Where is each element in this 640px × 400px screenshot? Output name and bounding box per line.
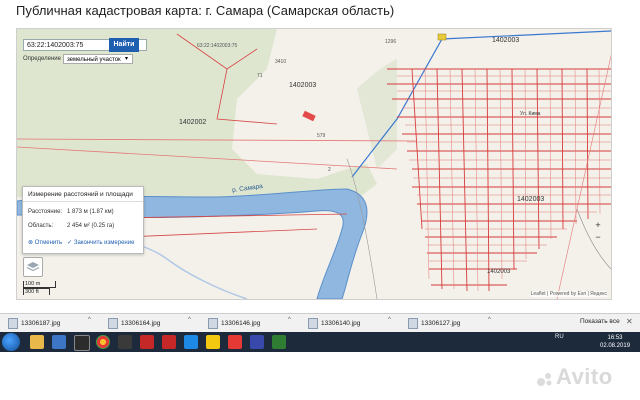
scale-imperial: 300 ft: [23, 288, 50, 295]
chrome-icon[interactable]: [96, 335, 110, 349]
quarter-label: 1402002: [179, 119, 207, 126]
watermark: Avito: [556, 364, 613, 389]
skype-icon[interactable]: [184, 335, 198, 349]
area-label: Область:: [28, 223, 54, 229]
layers-icon: [26, 262, 40, 272]
download-item[interactable]: 13306140.jpg: [308, 317, 360, 330]
file-icon: [408, 317, 418, 329]
avito-logo-icon: [537, 373, 552, 386]
excel-icon[interactable]: [272, 335, 286, 349]
definition-select[interactable]: земельный участок: [63, 54, 133, 64]
chevron-down-icon[interactable]: ▾: [125, 55, 128, 62]
clock-date: 02.08.2019: [600, 343, 631, 349]
windows-taskbar: RU 16:53 02.08.2019: [0, 332, 640, 352]
layers-button[interactable]: [23, 257, 43, 277]
download-filename: 13306140.jpg: [321, 320, 361, 327]
downloads-bar: 13306187.jpg ^ 13306164.jpg ^ 13306146.j…: [0, 313, 640, 333]
chevron-up-icon[interactable]: ^: [488, 317, 491, 323]
acrobat-icon[interactable]: [162, 335, 176, 349]
cancel-icon[interactable]: ⊗: [28, 240, 33, 246]
download-filename: 13306187.jpg: [21, 320, 61, 327]
app-icon[interactable]: [228, 335, 242, 349]
chevron-up-icon[interactable]: ^: [288, 317, 291, 323]
measure-title: Измерение расстояний и площади: [28, 191, 133, 198]
show-all-downloads-link[interactable]: Показать все: [580, 318, 620, 325]
parcel-number: 2: [328, 167, 331, 173]
scale-metric: 100 m: [23, 281, 56, 288]
chevron-up-icon[interactable]: ^: [88, 317, 91, 323]
cadastral-map[interactable]: 1402002 1402003 1402003 1402003 1402003 …: [16, 28, 612, 300]
pdf-reader-icon[interactable]: [140, 335, 154, 349]
file-icon: [108, 317, 118, 329]
file-icon: [8, 317, 18, 329]
1c-icon[interactable]: [206, 335, 220, 349]
parcel-number: 3410: [275, 59, 287, 65]
clock-time: 16:53: [607, 335, 623, 341]
file-icon: [308, 317, 318, 329]
app-icon[interactable]: [74, 335, 90, 351]
definition-label: Определение: [23, 56, 61, 62]
cancel-link[interactable]: Отменить: [35, 240, 62, 246]
download-item[interactable]: 13306127.jpg: [408, 317, 460, 330]
finish-link[interactable]: Закончить измерение: [74, 240, 135, 246]
download-item[interactable]: 13306146.jpg: [208, 317, 260, 330]
download-filename: 13306164.jpg: [121, 320, 161, 327]
divider: [23, 201, 143, 202]
distance-value: 1 873 м (1.87 км): [67, 209, 114, 215]
parcel-number: 63:22:1402003:75: [197, 43, 238, 49]
download-item[interactable]: 13306164.jpg: [108, 317, 160, 330]
quarter-label: 1402003: [487, 269, 511, 275]
parcel-number: 1296: [385, 39, 397, 45]
check-icon[interactable]: ✓: [67, 240, 72, 246]
chevron-up-icon[interactable]: ^: [188, 317, 191, 323]
page-title: Публичная кадастровая карта: г. Самара (…: [16, 3, 395, 18]
download-item[interactable]: 13306187.jpg: [8, 317, 60, 330]
area-value: 2 454 м² (0.25 га): [67, 223, 115, 229]
file-icon: [208, 317, 218, 329]
download-filename: 13306127.jpg: [421, 320, 461, 327]
chevron-up-icon[interactable]: ^: [388, 317, 391, 323]
zoom-in-button[interactable]: +: [593, 219, 603, 231]
language-indicator[interactable]: RU: [555, 334, 564, 340]
media-player-icon[interactable]: [118, 335, 132, 349]
search-button[interactable]: Найти: [109, 38, 139, 52]
distance-label: Расстояние:: [28, 209, 63, 215]
zoom-out-button[interactable]: −: [593, 231, 603, 243]
internet-explorer-icon[interactable]: [52, 335, 66, 349]
map-canvas[interactable]: [17, 29, 611, 299]
parcel-number: 579: [317, 133, 326, 139]
close-icon[interactable]: ✕: [626, 317, 633, 326]
street-label: Ул. Кима: [520, 111, 541, 117]
download-filename: 13306146.jpg: [221, 320, 261, 327]
measure-panel: Измерение расстояний и площади Расстояни…: [22, 186, 144, 254]
file-explorer-icon[interactable]: [30, 335, 44, 349]
windows-start-icon[interactable]: [2, 333, 20, 351]
zoom-control: + −: [593, 219, 603, 245]
word-icon[interactable]: [250, 335, 264, 349]
quarter-label: 1402003: [492, 37, 520, 44]
parcel-number: 71: [257, 73, 263, 79]
quarter-label: 1402003: [517, 196, 545, 203]
scale-bar: 100 m 300 ft: [23, 281, 56, 295]
system-clock[interactable]: 16:53 02.08.2019: [600, 334, 630, 350]
map-attribution[interactable]: Leaflet | Powered by Esri | Яндекс: [530, 291, 607, 297]
quarter-label: 1402003: [289, 82, 317, 89]
